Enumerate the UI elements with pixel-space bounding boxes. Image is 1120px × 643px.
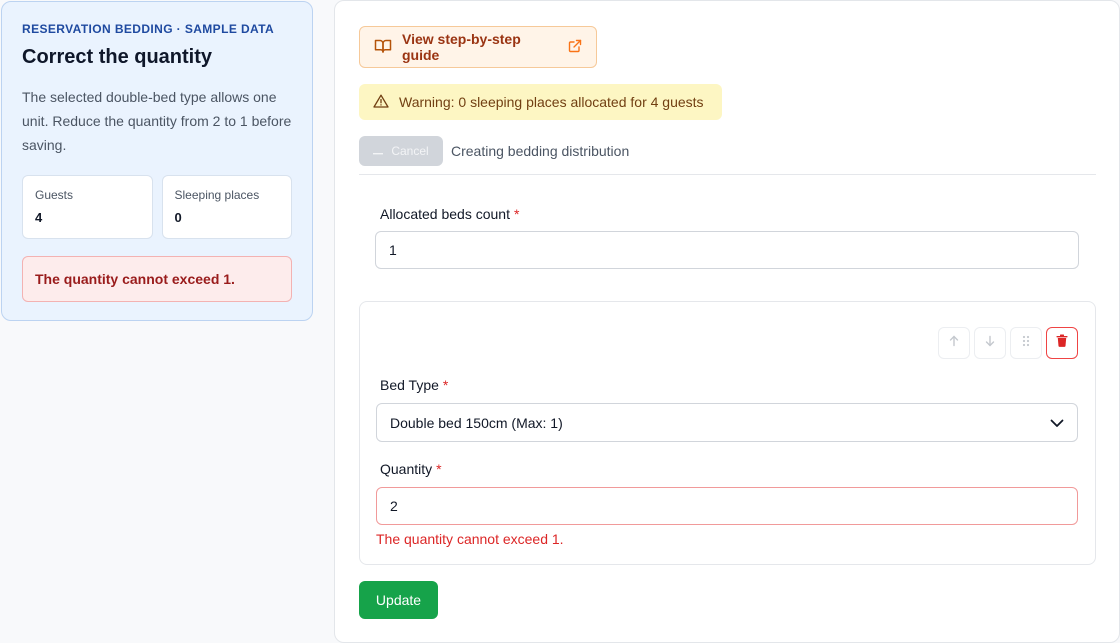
allocated-beds-label-text: Allocated beds count — [380, 206, 510, 222]
update-button[interactable]: Update — [359, 581, 438, 619]
stat-value: 4 — [35, 210, 43, 225]
minus-icon — [373, 144, 384, 158]
view-guide-button[interactable]: View step-by-step guide — [359, 26, 597, 68]
drag-handle-button[interactable] — [1010, 327, 1042, 359]
arrow-up-icon — [948, 334, 960, 352]
bed-item-card: Bed Type * Double bed 150cm (Max: 1) Quan… — [359, 301, 1096, 565]
status-text: Creating bedding distribution — [451, 143, 630, 159]
quantity-error-message: The quantity cannot exceed 1. — [376, 531, 564, 547]
book-open-icon — [374, 38, 392, 57]
cancel-label: Cancel — [391, 144, 429, 158]
quantity-label: Quantity * — [380, 461, 442, 477]
chevron-down-icon — [1050, 415, 1064, 431]
bed-type-label: Bed Type * — [380, 377, 448, 393]
quantity-input[interactable] — [376, 487, 1078, 525]
bed-type-select[interactable]: Double bed 150cm (Max: 1) — [376, 403, 1078, 442]
correction-info-card: RESERVATION BEDDING · SAMPLE DATA Correc… — [1, 1, 313, 321]
move-down-button[interactable] — [974, 327, 1006, 359]
warning-triangle-icon — [373, 94, 389, 111]
quantity-label-text: Quantity — [380, 461, 433, 477]
guests-stat: Guests 4 — [22, 175, 153, 239]
bed-type-selected-value: Double bed 150cm (Max: 1) — [390, 414, 563, 431]
info-title: Correct the quantity — [22, 46, 213, 68]
stat-value: 0 — [174, 210, 182, 225]
arrow-down-icon — [984, 334, 996, 352]
stat-label: Guests — [35, 188, 74, 202]
required-marker: * — [513, 206, 520, 222]
divider — [359, 174, 1096, 175]
allocated-beds-label: Allocated beds count * — [380, 206, 519, 222]
required-marker: * — [436, 461, 442, 477]
allocated-beds-input[interactable] — [375, 231, 1079, 269]
view-guide-label: View step-by-step guide — [402, 31, 521, 63]
info-eyebrow: RESERVATION BEDDING · SAMPLE DATA — [22, 22, 275, 36]
stat-label: Sleeping places — [174, 188, 260, 202]
cancel-button[interactable]: Cancel — [359, 136, 443, 166]
trash-icon — [1056, 334, 1068, 352]
stats-row: Guests 4 Sleeping places 0 — [22, 175, 292, 239]
drag-handle-icon — [1022, 334, 1030, 352]
external-link-icon — [568, 39, 582, 56]
status-row: Cancel Creating bedding distribution — [359, 136, 629, 166]
bed-type-label-text: Bed Type — [380, 377, 439, 393]
required-marker: * — [442, 377, 449, 393]
move-up-button[interactable] — [938, 327, 970, 359]
info-description: The selected double-bed type allows one … — [22, 89, 292, 153]
warning-text: Warning: 0 sleeping places allocated for… — [399, 94, 704, 110]
delete-bed-button[interactable] — [1046, 327, 1078, 359]
bedding-form-panel: View step-by-step guide Warning: 0 sleep… — [334, 0, 1120, 643]
info-error-message: The quantity cannot exceed 1. — [22, 256, 292, 302]
allocation-warning-banner: Warning: 0 sleeping places allocated for… — [359, 84, 722, 120]
sleeping-places-stat: Sleeping places 0 — [161, 175, 292, 239]
